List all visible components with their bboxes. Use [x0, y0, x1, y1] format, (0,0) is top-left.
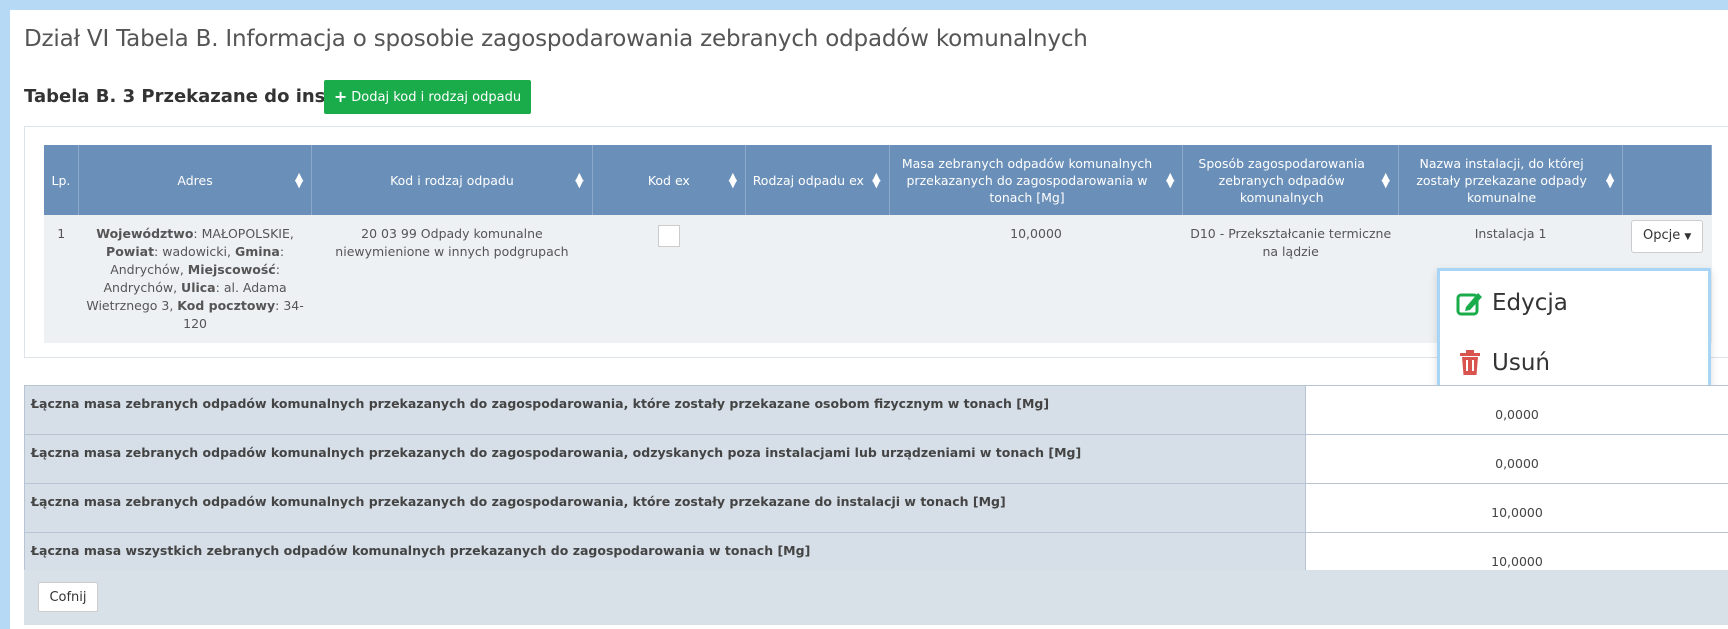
sort-icon[interactable]: ▲ ▼ [729, 171, 737, 189]
summary-value: 0,0000 [1305, 434, 1728, 484]
summary-row: Łączna masa zebranych odpadów komunalnyc… [24, 483, 1728, 533]
label-powiat: Powiat [106, 244, 155, 259]
footer-bar [24, 570, 1728, 625]
options-button[interactable]: Opcje ▼ [1630, 220, 1704, 253]
sort-icon[interactable]: ▲ ▼ [1166, 171, 1174, 189]
value-powiat: wadowicki [162, 244, 227, 259]
edit-icon [1456, 293, 1482, 316]
cell-adres: Województwo: MAŁOPOLSKIE, Powiat: wadowi… [78, 215, 312, 343]
col-rodzaj-ex-label: Rodzaj odpadu ex [752, 172, 864, 188]
page-title: Dział VI Tabela B. Informacja o sposobie… [24, 26, 1088, 52]
sort-icon[interactable]: ▲ ▼ [295, 171, 303, 189]
value-gmina: Andrychów [110, 262, 180, 277]
col-kod-ex[interactable]: Kod ex ▲ ▼ [592, 145, 747, 215]
col-kod-rodzaj-label: Kod i rodzaj odpadu [390, 172, 514, 188]
summary-table: Łączna masa zebranych odpadów komunalnyc… [24, 385, 1728, 582]
col-adres[interactable]: Adres ▲ ▼ [78, 145, 313, 215]
summary-label: Łączna masa zebranych odpadów komunalnyc… [24, 385, 1306, 435]
summary-label: Łączna masa zebranych odpadów komunalnyc… [24, 483, 1306, 533]
add-waste-code-button[interactable]: + Dodaj kod i rodzaj odpadu [324, 80, 531, 114]
label-miejscowosc: Miejscowość [187, 262, 276, 277]
col-kod-ex-label: Kod ex [647, 172, 690, 188]
kod-ex-checkbox[interactable] [657, 225, 680, 247]
col-instalacja-label: Nazwa instalacji, do której zostały prze… [1416, 155, 1587, 205]
value-wojewodztwo: MAŁOPOLSKIE [201, 226, 290, 241]
col-lp: Lp. [44, 145, 79, 215]
options-dropdown: Edycja Usuń [1437, 268, 1711, 401]
summary-value: 10,0000 [1305, 483, 1728, 533]
cell-sposob: D10 - Przekształcanie termiczne na lądzi… [1182, 215, 1399, 343]
back-button[interactable]: Cofnij [38, 582, 98, 612]
trash-icon [1460, 350, 1480, 375]
dropdown-item-edit[interactable]: Edycja [1456, 289, 1568, 317]
add-waste-code-label: Dodaj kod i rodzaj odpadu [351, 89, 522, 105]
sort-icon[interactable]: ▲ ▼ [575, 171, 583, 189]
col-actions [1622, 145, 1712, 215]
sort-icon[interactable]: ▲ ▼ [1381, 171, 1389, 189]
caret-down-icon: ▼ [1684, 232, 1692, 242]
options-button-label: Opcje [1642, 228, 1681, 243]
label-kod-pocztowy: Kod pocztowy [177, 298, 276, 313]
col-kod-rodzaj[interactable]: Kod i rodzaj odpadu ▲ ▼ [311, 145, 593, 215]
summary-label: Łączna masa zebranych odpadów komunalnyc… [24, 434, 1306, 484]
dropdown-item-delete[interactable]: Usuń [1456, 349, 1550, 377]
col-sposob-label: Sposób zagospodarowania zebranych odpadó… [1198, 155, 1365, 205]
summary-value: 0,0000 [1305, 385, 1728, 435]
cell-masa: 10,0000 [889, 215, 1183, 343]
col-adres-label: Adres [177, 172, 213, 188]
summary-row: Łączna masa zebranych odpadów komunalnyc… [24, 434, 1728, 484]
col-sposob[interactable]: Sposób zagospodarowania zebranych odpadó… [1182, 145, 1399, 215]
col-instalacja[interactable]: Nazwa instalacji, do której zostały prze… [1398, 145, 1624, 215]
dropdown-delete-label: Usuń [1492, 350, 1550, 376]
col-masa[interactable]: Masa zebranych odpadów komunalnych przek… [889, 145, 1184, 215]
cell-kod-ex [592, 215, 746, 343]
sort-icon[interactable]: ▲ ▼ [872, 171, 880, 189]
label-wojewodztwo: Województwo [96, 226, 194, 241]
summary-row: Łączna masa zebranych odpadów komunalnyc… [24, 385, 1728, 435]
label-ulica: Ulica [181, 280, 216, 295]
col-masa-label: Masa zebranych odpadów komunalnych przek… [901, 155, 1153, 205]
cell-kod-rodzaj: 20 03 99 Odpady komunalne niewymienione … [311, 215, 593, 343]
col-lp-label: Lp. [51, 172, 71, 188]
sort-icon[interactable]: ▲ ▼ [1606, 171, 1614, 189]
cell-rodzaj-ex [745, 215, 890, 343]
label-gmina: Gmina [234, 244, 280, 259]
dropdown-edit-label: Edycja [1492, 290, 1568, 316]
cell-lp: 1 [44, 215, 79, 343]
value-miejscowosc: Andrychów [103, 280, 174, 295]
col-rodzaj-ex[interactable]: Rodzaj odpadu ex ▲ ▼ [745, 145, 890, 215]
table-header-row: Lp. Adres ▲ ▼ Kod i rodzaj odpadu ▲ ▼ Kod ex… [44, 145, 1712, 215]
plus-icon: + [333, 87, 348, 106]
